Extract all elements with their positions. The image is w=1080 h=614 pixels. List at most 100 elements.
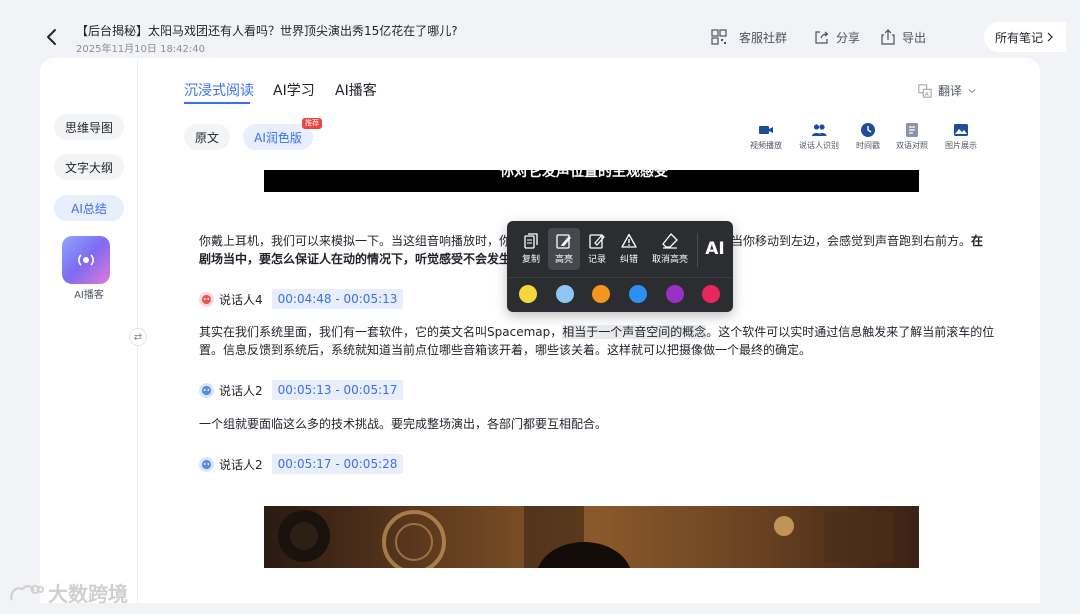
tool-label: 图片展示 xyxy=(945,141,977,150)
transcript-paragraph: 一个组就要面临这么多的技术挑战。要完成整场演出，各部门都要互相配合。 xyxy=(199,415,989,433)
copy-label: 复制 xyxy=(521,255,540,265)
correct-label: 纠错 xyxy=(619,255,638,265)
timestamp-link[interactable]: 00:04:48 - 00:05:13 xyxy=(271,289,404,309)
image-icon xyxy=(954,124,968,136)
tool-image-display[interactable]: 图片展示 xyxy=(945,122,977,151)
document-title: 【后台揭秘】太阳马戏团还有人看吗？世界顶尖演出秀15亿花在了哪儿? xyxy=(76,24,458,38)
highlight-button[interactable]: 高亮 xyxy=(548,228,580,270)
main-card: 思维导图 文字大纲 AI总结 AI播客 ⇄ 沉浸式阅读 AI学习 AI播客 A … xyxy=(40,58,1040,603)
clock-icon xyxy=(861,123,875,137)
copy-icon xyxy=(524,233,538,249)
speaker-avatar xyxy=(199,291,214,307)
people-icon xyxy=(812,124,827,136)
chevron-right-icon xyxy=(1047,32,1053,42)
document-date: 2025年11月10日 18:42:40 xyxy=(76,44,205,55)
ai-button[interactable]: AI xyxy=(701,228,729,270)
tab-ai-podcast[interactable]: AI播客 xyxy=(335,80,377,100)
all-notes-button[interactable]: 所有笔记 xyxy=(984,22,1066,52)
watermark: 大数跨境 xyxy=(8,578,128,607)
paragraph-bold-text: 剧场当中，要怎么保证人在动的情况下，听觉感受不会发生 xyxy=(199,252,512,266)
speaker-row: 说话人2 00:05:13 - 00:05:17 xyxy=(199,380,404,400)
ai-podcast-label: AI播客 xyxy=(74,290,104,301)
paragraph-text: 。这个软件可以实时通过信息触发来了解当前滚车的位 xyxy=(706,325,995,339)
translate-icon: A xyxy=(918,83,932,97)
share-label: 分享 xyxy=(836,30,861,45)
timestamp-link[interactable]: 00:05:17 - 00:05:28 xyxy=(271,454,404,474)
translate-dropdown[interactable]: A 翻译 xyxy=(918,82,976,99)
tool-bilingual[interactable]: 双语对照 xyxy=(896,122,928,151)
ai-podcast-thumbnail[interactable] xyxy=(62,236,110,284)
all-notes-label: 所有笔记 xyxy=(994,30,1043,45)
stage-scene-image xyxy=(278,506,894,568)
unhighlight-label: 取消高亮 xyxy=(651,255,688,265)
tool-label: 双语对照 xyxy=(896,141,928,150)
export-button[interactable]: 导出 xyxy=(880,28,926,46)
translate-label: 翻译 xyxy=(938,84,963,98)
speaker-name: 说话人4 xyxy=(219,292,263,307)
paragraph-text: 一个组就要面临这么多的技术挑战。要完成整场演出，各部门都要互相配合。 xyxy=(199,417,608,431)
sidebar-item-outline[interactable]: 文字大纲 xyxy=(54,154,124,180)
broadcast-icon xyxy=(78,254,94,266)
highlighted-text[interactable]: 相当于一个声音空间的概念 xyxy=(562,325,707,339)
warning-icon xyxy=(621,233,637,248)
paragraph-text: 你戴上耳机，我们可以来模拟一下。当这组音响播放时，你 xyxy=(199,234,512,248)
unhighlight-button[interactable]: 取消高亮 xyxy=(647,228,693,270)
robot-face-icon xyxy=(201,385,212,395)
watermark-text: 大数跨境 xyxy=(48,582,128,606)
export-label: 导出 xyxy=(902,30,927,45)
bilingual-icon xyxy=(906,123,918,137)
highlight-pen-icon xyxy=(556,234,571,249)
video-icon xyxy=(759,126,773,134)
record-note-label: 记录 xyxy=(587,255,606,265)
video-frame-banner: 你对它发声位置的主观感受 xyxy=(264,170,919,192)
paragraph-text: 当你移动到左边，会感觉到声音跑到右前方。在 xyxy=(731,234,984,248)
highlight-color-purple[interactable] xyxy=(666,285,684,303)
copy-button[interactable]: 复制 xyxy=(516,228,546,270)
share-button[interactable]: 分享 xyxy=(814,28,860,46)
toolbar-divider xyxy=(697,233,698,267)
banner-caption: 你对它发声位置的主观感受 xyxy=(500,170,668,180)
highlight-color-light-blue[interactable] xyxy=(556,285,574,303)
back-button[interactable] xyxy=(42,27,62,47)
tool-label: 视频播放 xyxy=(750,141,782,150)
speaker-row: 说话人4 00:04:48 - 00:05:13 xyxy=(199,289,404,309)
svg-text:A: A xyxy=(925,91,929,97)
sidebar-item-mindmap[interactable]: 思维导图 xyxy=(54,114,124,140)
active-tab-indicator xyxy=(184,102,250,104)
tab-immersive-reading[interactable]: 沉浸式阅读 xyxy=(184,80,254,100)
timestamp-link[interactable]: 00:05:13 - 00:05:17 xyxy=(271,380,404,400)
correct-button[interactable]: 纠错 xyxy=(614,228,644,270)
speaker-name: 说话人2 xyxy=(219,383,263,398)
original-version-button[interactable]: 原文 xyxy=(184,124,230,150)
tool-speaker-recognition[interactable]: 说话人识别 xyxy=(799,122,839,151)
highlight-color-blue[interactable] xyxy=(629,285,647,303)
service-group-button[interactable]: 客服社群 xyxy=(711,28,787,46)
video-frame-image xyxy=(264,506,919,568)
speaker-name: 说话人2 xyxy=(219,457,263,472)
transcript-paragraph: 其实在我们系统里面，我们有一套软件，它的英文名叫Spacemap，相当于一个声音… xyxy=(199,323,994,359)
left-sidebar: 思维导图 文字大纲 AI总结 AI播客 xyxy=(40,58,138,603)
chevron-down-icon xyxy=(968,88,976,93)
edit-note-icon xyxy=(589,234,605,249)
sidebar-item-ai-summary[interactable]: AI总结 xyxy=(54,195,124,221)
collapse-sidebar-button[interactable]: ⇄ xyxy=(129,328,147,346)
chevron-left-icon xyxy=(47,29,56,45)
speaker-avatar xyxy=(199,456,214,472)
recommend-badge: 推荐 xyxy=(302,118,322,129)
eraser-icon xyxy=(662,233,678,249)
speaker-row: 说话人2 00:05:17 - 00:05:28 xyxy=(199,454,404,474)
tool-label: 时间戳 xyxy=(856,141,880,150)
highlight-color-yellow[interactable] xyxy=(519,285,537,303)
tool-timestamp[interactable]: 时间戳 xyxy=(856,122,880,151)
tool-video-playback[interactable]: 视频播放 xyxy=(750,122,782,151)
watermark-logo-icon xyxy=(10,584,44,600)
highlight-color-orange[interactable] xyxy=(592,285,610,303)
record-note-button[interactable]: 记录 xyxy=(582,228,612,270)
ai-label: AI xyxy=(705,239,725,259)
tab-ai-learning[interactable]: AI学习 xyxy=(273,80,315,100)
highlight-color-red[interactable] xyxy=(702,285,720,303)
highlight-label: 高亮 xyxy=(554,255,573,265)
tool-label: 说话人识别 xyxy=(799,141,839,150)
paragraph-text: 置。信息反馈到系统后，系统就知道当前点位哪些音箱该开着，哪些该关着。这样就可以把… xyxy=(199,343,812,357)
service-group-label: 客服社群 xyxy=(739,30,788,45)
